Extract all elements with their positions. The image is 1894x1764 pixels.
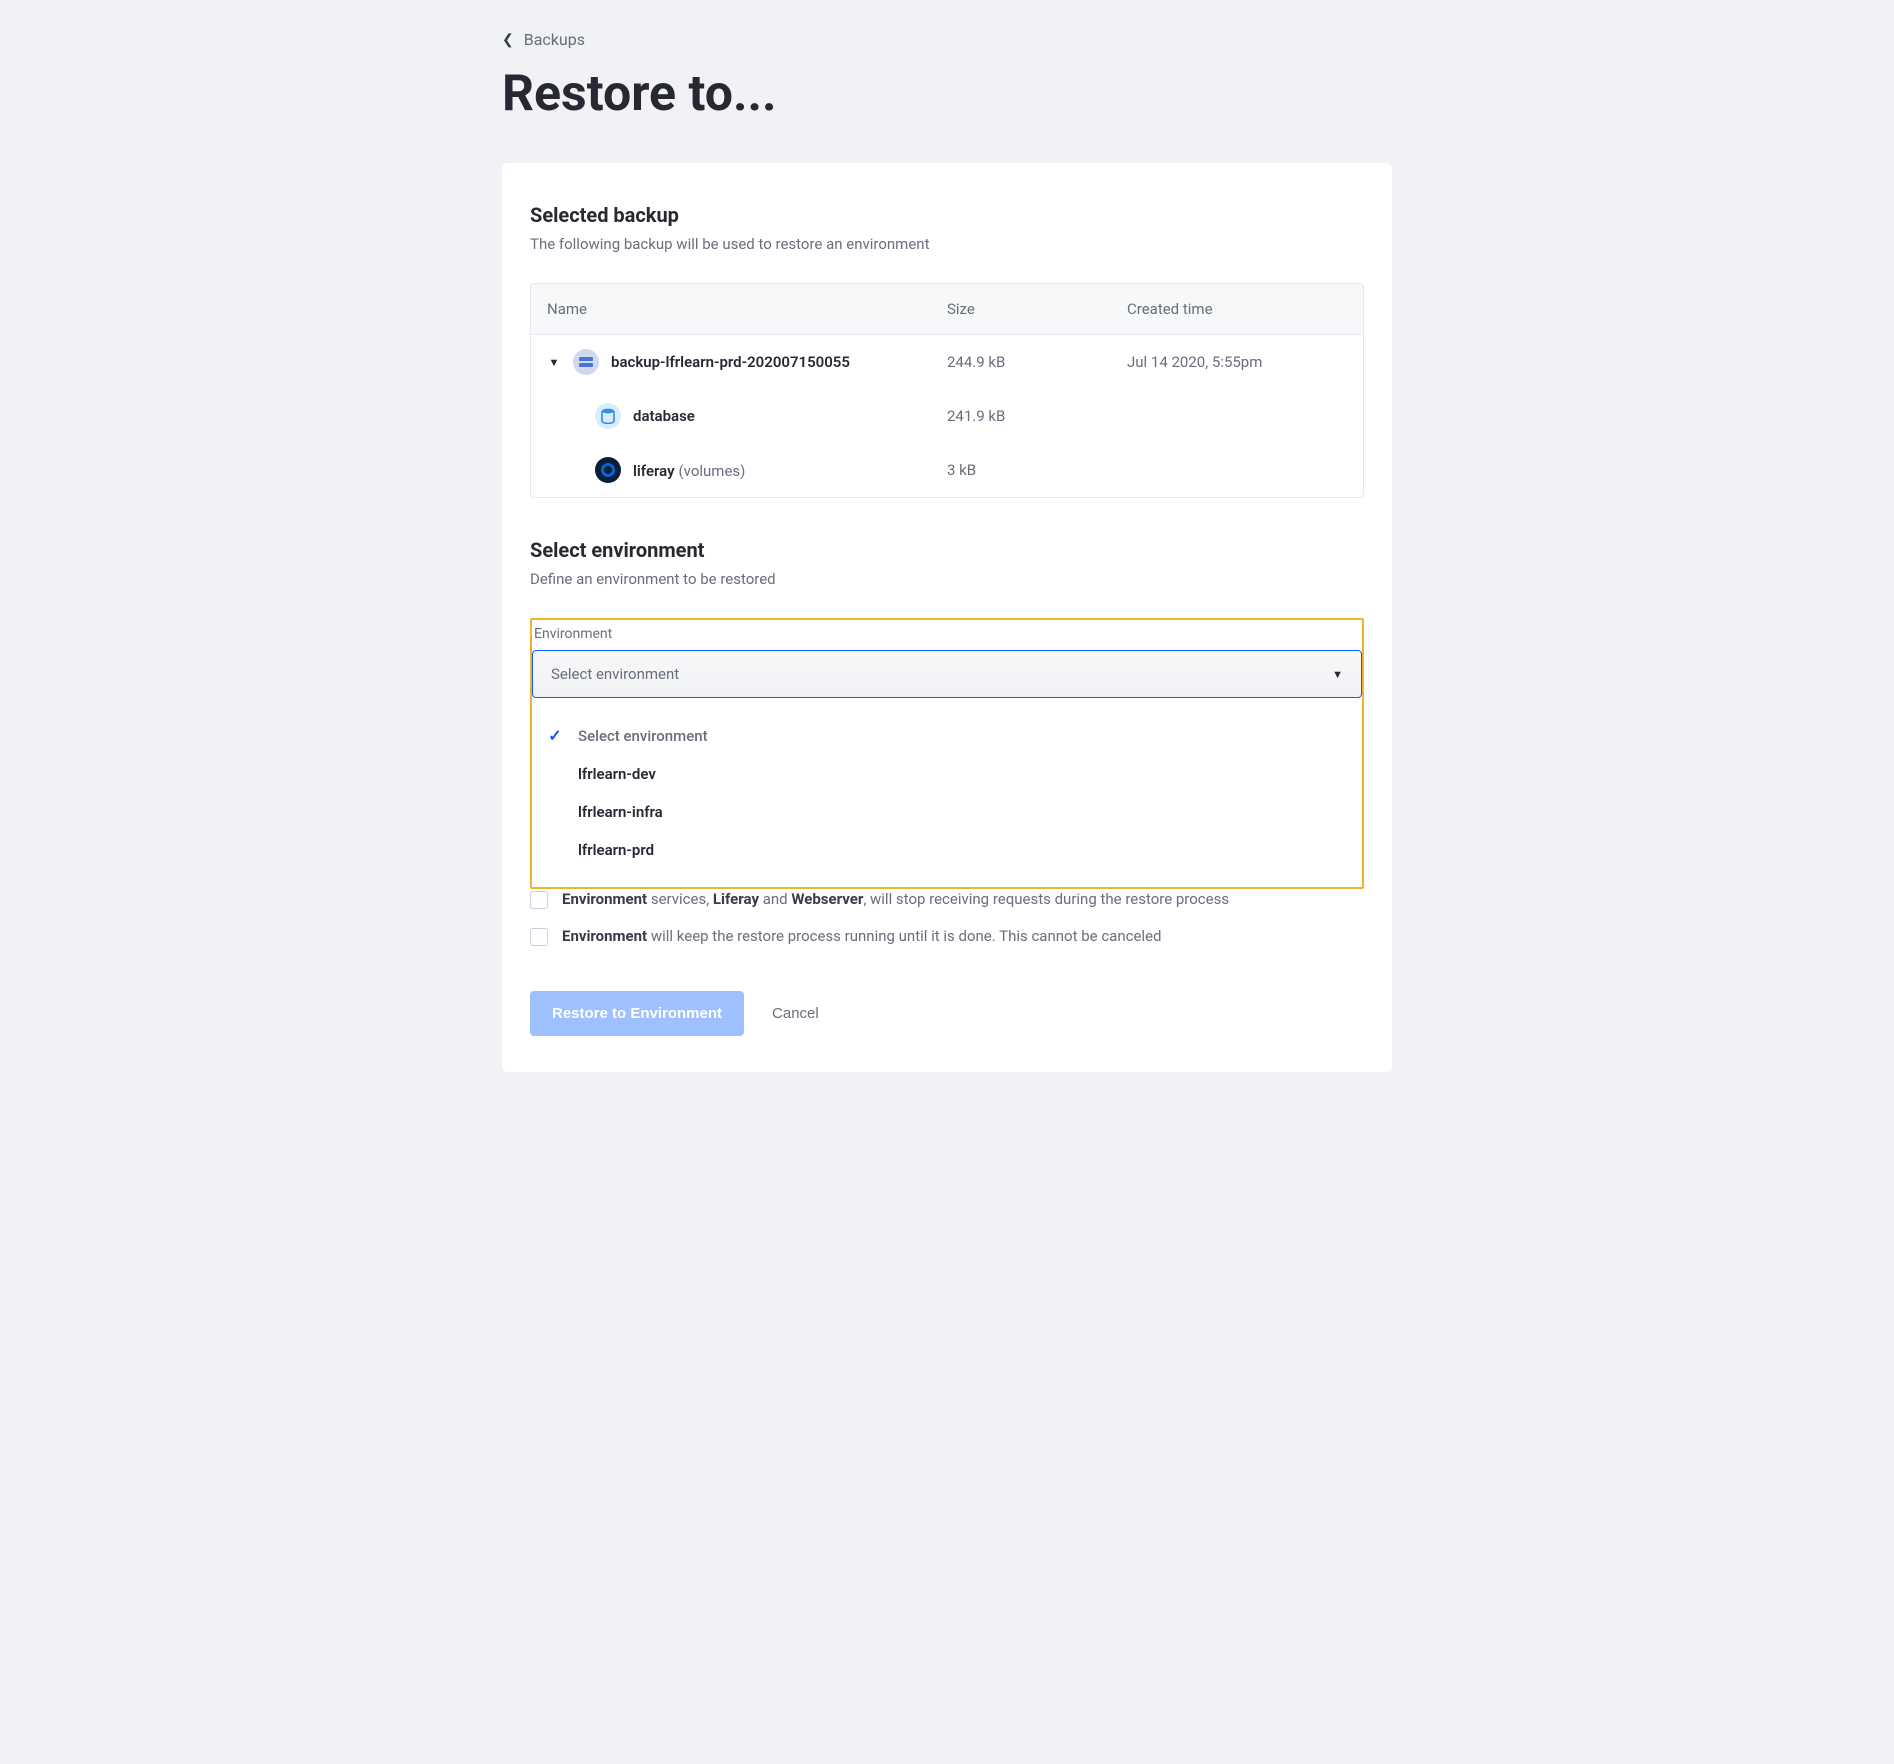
liferay-size: 3 kB (947, 461, 1127, 479)
backup-icon (573, 349, 599, 375)
backup-name: backup-lfrlearn-prd-202007150055 (611, 353, 850, 371)
table-row: database 241.9 kB (531, 389, 1363, 443)
table-row: liferay (volumes) 3 kB (531, 443, 1363, 497)
chevron-left-icon: ❮ (502, 32, 514, 48)
confirm-text: Environment will keep the restore proces… (562, 926, 1161, 947)
environment-select-value: Select environment (551, 665, 679, 683)
select-env-sub: Define an environment to be restored (530, 570, 1364, 588)
selected-backup-sub: The following backup will be used to res… (530, 235, 1364, 253)
confirm-text: Environment services, Liferay and Webser… (562, 889, 1229, 910)
select-env-heading: Select environment (530, 538, 1364, 562)
page-title: Restore to... (502, 65, 1392, 123)
backup-size: 244.9 kB (947, 353, 1127, 371)
environment-option[interactable]: lfrlearn-dev (532, 755, 1362, 793)
confirm-row: Environment will keep the restore proces… (530, 918, 1364, 955)
footer-actions: Restore to Environment Cancel (530, 991, 1364, 1036)
col-created: Created time (1127, 300, 1347, 318)
database-size: 241.9 kB (947, 407, 1127, 425)
environment-option[interactable]: lfrlearn-infra (532, 793, 1362, 831)
check-icon: ✓ (546, 726, 564, 745)
liferay-name: liferay (633, 462, 675, 480)
table-row: ▼ backup-lfrlearn-prd-202007150055 244.9… (531, 335, 1363, 389)
expand-toggle[interactable]: ▼ (547, 356, 561, 369)
backup-table: Name Size Created time ▼ backup-lfrlearn… (530, 283, 1364, 498)
col-name: Name (547, 300, 947, 318)
liferay-suffix: (volumes) (679, 462, 746, 480)
environment-dropdown: ✓ Select environment lfrlearn-dev lfrlea… (532, 716, 1362, 869)
selected-backup-heading: Selected backup (530, 203, 1364, 227)
liferay-icon (595, 457, 621, 483)
col-size: Size (947, 300, 1127, 318)
environment-option[interactable]: ✓ Select environment (532, 716, 1362, 755)
restore-card: Selected backup The following backup wil… (502, 163, 1392, 1072)
breadcrumb-label: Backups (524, 30, 585, 49)
backup-created: Jul 14 2020, 5:55pm (1127, 353, 1347, 371)
caret-down-icon: ▼ (1332, 668, 1343, 681)
environment-option[interactable]: lfrlearn-prd (532, 831, 1362, 869)
environment-highlight: Environment Select environment ▼ ✓ Selec… (530, 618, 1364, 889)
confirm-checkbox[interactable] (530, 928, 548, 946)
database-icon (595, 403, 621, 429)
environment-select[interactable]: Select environment ▼ (532, 650, 1362, 698)
database-name: database (633, 407, 695, 425)
environment-label: Environment (532, 626, 1362, 642)
confirm-checkbox[interactable] (530, 891, 548, 909)
confirm-checklist: Environment services, Liferay and Webser… (530, 881, 1364, 955)
restore-button[interactable]: Restore to Environment (530, 991, 744, 1036)
cancel-button[interactable]: Cancel (772, 1005, 819, 1022)
breadcrumb[interactable]: ❮ Backups (502, 30, 1392, 49)
